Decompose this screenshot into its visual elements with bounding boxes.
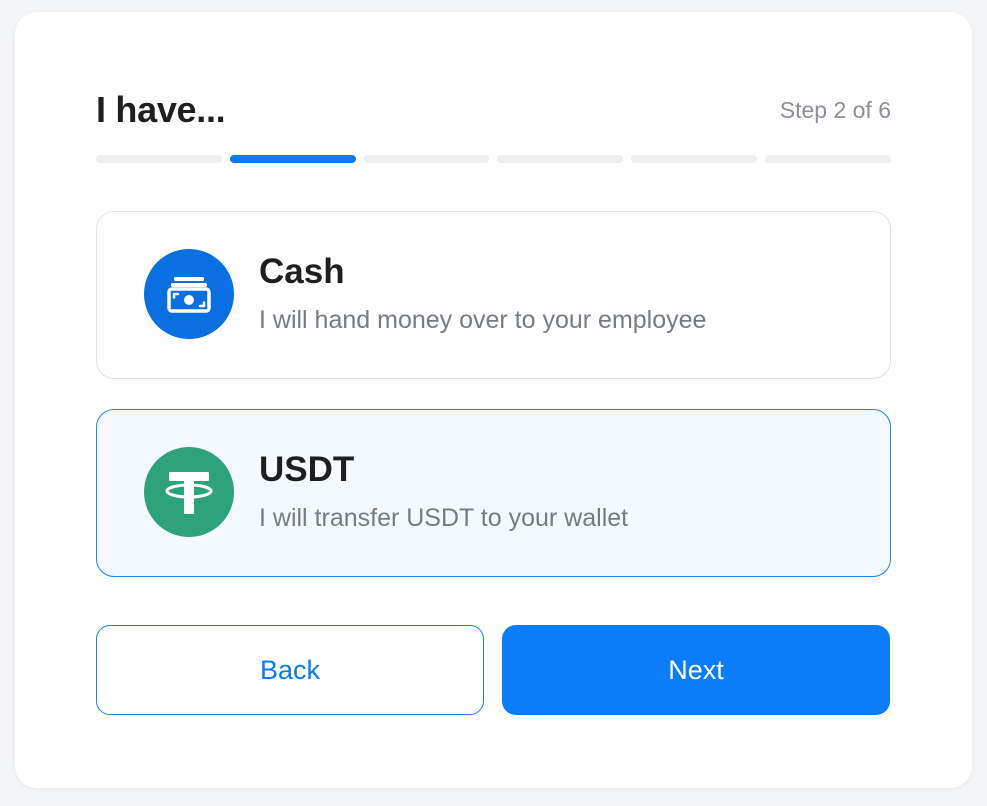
wizard-header: I have... Step 2 of 6: [96, 86, 891, 134]
progress-segment-1: [96, 155, 222, 163]
option-cash[interactable]: Cash I will hand money over to your empl…: [96, 211, 891, 379]
progress-segment-6: [765, 155, 891, 163]
option-description: I will transfer USDT to your wallet: [259, 504, 629, 532]
cash-icon: [144, 249, 234, 339]
page-title: I have...: [96, 89, 226, 130]
option-description: I will hand money over to your employee: [259, 306, 707, 334]
progress-segment-5: [631, 155, 758, 163]
option-title: USDT: [259, 450, 355, 489]
option-usdt-text: USDT I will transfer USDT to your wallet: [259, 448, 628, 534]
step-indicator: Step 2 of 6: [779, 96, 891, 123]
progress-segment-3: [363, 155, 490, 163]
option-cash-text: Cash I will hand money over to your empl…: [259, 250, 706, 336]
progress-bar: [96, 155, 891, 163]
next-button[interactable]: Next: [502, 625, 890, 715]
back-button[interactable]: Back: [96, 625, 484, 715]
wizard-card: I have... Step 2 of 6 Cash I will hand m…: [15, 12, 972, 788]
progress-segment-4: [497, 155, 624, 163]
tether-icon: [144, 447, 234, 537]
option-usdt[interactable]: USDT I will transfer USDT to your wallet: [96, 409, 891, 577]
option-title: Cash: [259, 252, 345, 291]
progress-segment-2: [229, 155, 356, 163]
